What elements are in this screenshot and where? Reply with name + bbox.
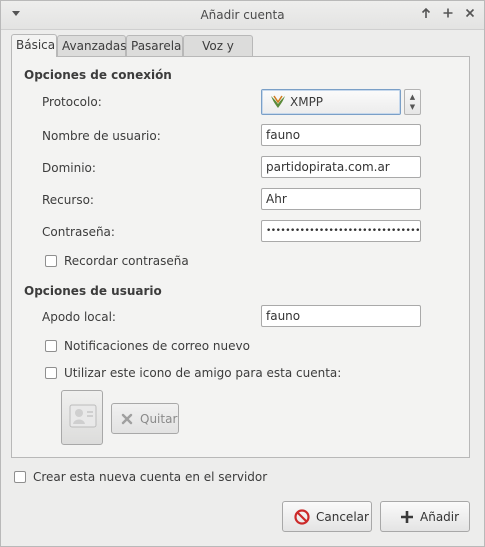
username-input[interactable]: fauno [261,124,421,146]
xmpp-protocol-icon [270,95,286,112]
domain-input[interactable]: partidopirata.com.ar [261,156,421,178]
cancel-button-label: Cancelar [316,510,369,524]
tab-basica[interactable]: Básica [11,34,57,57]
protocol-combo[interactable]: XMPP ▲ ▼ [261,89,421,115]
use-buddy-icon-checkbox[interactable] [45,367,57,379]
use-buddy-icon-label: Utilizar este icono de amigo para esta c… [64,366,342,380]
remove-icon-button[interactable]: Quitar [111,403,179,434]
create-on-server-label: Crear esta nueva cuenta en el servidor [33,470,268,484]
local-alias-label: Apodo local: [42,310,116,324]
new-mail-notifications-label: Notificaciones de correo nuevo [64,339,250,353]
password-label: Contraseña: [42,225,115,239]
resource-label: Recurso: [42,193,94,207]
add-button-label: Añadir [420,510,460,524]
create-on-server-checkbox[interactable] [14,471,26,483]
protocol-value: XMPP [290,95,324,109]
local-alias-input[interactable]: fauno [261,305,421,327]
user-options-heading: Opciones de usuario [24,284,162,298]
cancel-button[interactable]: Cancelar [282,501,372,532]
remove-x-icon [120,412,134,429]
move-up-icon[interactable] [419,7,433,21]
tab-avanzadas[interactable]: Avanzadas [57,35,126,56]
new-mail-notifications-checkbox[interactable] [45,340,57,352]
cancel-icon [294,509,310,528]
buddy-icon-button[interactable] [61,390,103,445]
add-button[interactable]: Añadir [380,501,470,532]
title-bar: Añadir cuenta [1,1,484,30]
buddy-icon-placeholder-icon [69,404,97,431]
close-icon[interactable] [463,7,477,21]
protocol-combo-arrows[interactable]: ▲ ▼ [404,89,421,115]
tab-pasarela[interactable]: Pasarela [126,35,183,56]
remember-password-checkbox[interactable] [45,255,57,267]
password-input[interactable]: •••••••••••••••••••••••••••••••• [261,220,421,242]
resource-input[interactable]: Ahr [261,188,421,210]
add-account-dialog: Añadir cuenta Básica Avanzadas Pasarela … [0,0,485,547]
plus-icon [399,509,415,528]
username-label: Nombre de usuario: [42,129,161,143]
remove-button-label: Quitar [140,412,178,426]
tab-voz-y-video[interactable]: Voz y vídeo [183,35,253,73]
connection-options-heading: Opciones de conexión [24,68,172,82]
remember-password-label: Recordar contraseña [64,254,189,268]
protocol-label: Protocolo: [42,95,102,109]
window-title: Añadir cuenta [200,8,285,22]
domain-label: Dominio: [42,161,96,175]
maximize-icon[interactable] [441,7,455,21]
protocol-select[interactable]: XMPP [261,89,401,115]
